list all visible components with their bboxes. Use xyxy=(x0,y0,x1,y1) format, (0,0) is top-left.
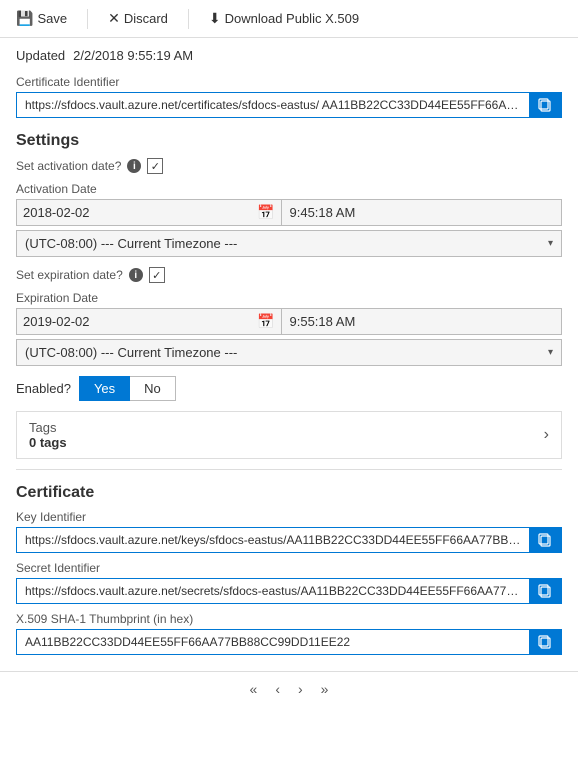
expiration-time-input[interactable] xyxy=(282,308,563,335)
toolbar: 💾 Save ✕ Discard ⬇ Download Public X.509 xyxy=(0,0,578,38)
thumbprint-field xyxy=(16,629,562,655)
expiration-date-input[interactable] xyxy=(17,309,251,334)
copy-icon xyxy=(537,532,553,548)
activation-date-input[interactable] xyxy=(17,200,251,225)
activation-timezone-chevron: ▾ xyxy=(548,238,553,249)
thumbprint-label: X.509 SHA-1 Thumbprint (in hex) xyxy=(16,612,562,626)
tags-section: Tags 0 tags › xyxy=(16,411,562,459)
secret-identifier-input[interactable] xyxy=(17,579,529,603)
cert-identifier-field xyxy=(16,92,562,118)
expiration-date-row: 📅 xyxy=(16,308,562,335)
activation-date-field-label: Activation Date xyxy=(16,182,562,196)
save-button[interactable]: 💾 Save xyxy=(12,8,71,29)
activation-date-toggle-row: Set activation date? i xyxy=(16,158,562,174)
enabled-row: Enabled? Yes No xyxy=(16,376,562,401)
enabled-yes-button[interactable]: Yes xyxy=(79,376,130,401)
toolbar-divider-1 xyxy=(87,9,88,29)
expiration-date-field-label: Expiration Date xyxy=(16,291,562,305)
enabled-label: Enabled? xyxy=(16,381,71,396)
updated-row: Updated 2/2/2018 9:55:19 AM xyxy=(16,48,562,63)
expiration-date-toggle-row: Set expiration date? i xyxy=(16,267,562,283)
cert-identifier-copy-button[interactable] xyxy=(529,93,561,117)
thumbprint-input[interactable] xyxy=(17,630,529,654)
expiration-date-info-icon: i xyxy=(129,268,143,282)
save-label: Save xyxy=(37,11,67,26)
nav-bar: « ‹ › » xyxy=(0,671,578,706)
key-identifier-field xyxy=(16,527,562,553)
expiration-date-input-wrapper: 📅 xyxy=(16,308,282,335)
tags-label: Tags xyxy=(29,420,67,435)
updated-value: 2/2/2018 9:55:19 AM xyxy=(73,48,193,63)
last-page-button[interactable]: » xyxy=(314,678,336,700)
tags-chevron-right-icon: › xyxy=(544,426,549,444)
tags-row[interactable]: Tags 0 tags › xyxy=(17,412,561,458)
thumbprint-copy-button[interactable] xyxy=(529,630,561,654)
download-button[interactable]: ⬇ Download Public X.509 xyxy=(205,8,363,29)
secret-identifier-label: Secret Identifier xyxy=(16,561,562,575)
activation-date-toggle-label: Set activation date? xyxy=(16,159,121,173)
download-icon: ⬇ xyxy=(209,10,221,27)
copy-icon xyxy=(537,634,553,650)
settings-title: Settings xyxy=(16,132,562,150)
updated-label: Updated xyxy=(16,48,65,63)
key-identifier-copy-button[interactable] xyxy=(529,528,561,552)
activation-timezone-row[interactable]: (UTC-08:00) --- Current Timezone --- ▾ xyxy=(16,230,562,257)
activation-time-input[interactable] xyxy=(282,199,563,226)
cert-identifier-label: Certificate Identifier xyxy=(16,75,562,89)
copy-icon xyxy=(537,97,553,113)
section-divider xyxy=(16,469,562,470)
tags-count: 0 tags xyxy=(29,435,67,450)
key-identifier-label: Key Identifier xyxy=(16,510,562,524)
expiration-timezone-chevron: ▾ xyxy=(548,347,553,358)
discard-label: Discard xyxy=(124,11,168,26)
certificate-section-title: Certificate xyxy=(16,484,562,502)
save-icon: 💾 xyxy=(16,10,33,27)
copy-icon xyxy=(537,583,553,599)
toolbar-divider-2 xyxy=(188,9,189,29)
discard-button[interactable]: ✕ Discard xyxy=(104,8,172,29)
prev-page-button[interactable]: ‹ xyxy=(268,678,287,700)
activation-date-info-icon: i xyxy=(127,159,141,173)
expiration-timezone-text: (UTC-08:00) --- Current Timezone --- xyxy=(25,345,548,360)
secret-identifier-field xyxy=(16,578,562,604)
expiration-date-checkbox[interactable] xyxy=(149,267,165,283)
content-area: Updated 2/2/2018 9:55:19 AM Certificate … xyxy=(0,38,578,671)
download-label: Download Public X.509 xyxy=(225,11,359,26)
activation-date-checkbox[interactable] xyxy=(147,158,163,174)
expiration-timezone-row[interactable]: (UTC-08:00) --- Current Timezone --- ▾ xyxy=(16,339,562,366)
cert-identifier-input[interactable] xyxy=(17,93,529,117)
secret-identifier-copy-button[interactable] xyxy=(529,579,561,603)
expiration-cal-icon[interactable]: 📅 xyxy=(251,309,280,334)
discard-icon: ✕ xyxy=(108,10,120,27)
activation-cal-icon[interactable]: 📅 xyxy=(251,200,280,225)
activation-date-input-wrapper: 📅 xyxy=(16,199,282,226)
expiration-date-toggle-label: Set expiration date? xyxy=(16,268,123,282)
next-page-button[interactable]: › xyxy=(291,678,310,700)
key-identifier-input[interactable] xyxy=(17,528,529,552)
activation-date-row: 📅 xyxy=(16,199,562,226)
tags-left: Tags 0 tags xyxy=(29,420,67,450)
first-page-button[interactable]: « xyxy=(243,678,265,700)
activation-timezone-text: (UTC-08:00) --- Current Timezone --- xyxy=(25,236,548,251)
enabled-no-button[interactable]: No xyxy=(130,376,176,401)
